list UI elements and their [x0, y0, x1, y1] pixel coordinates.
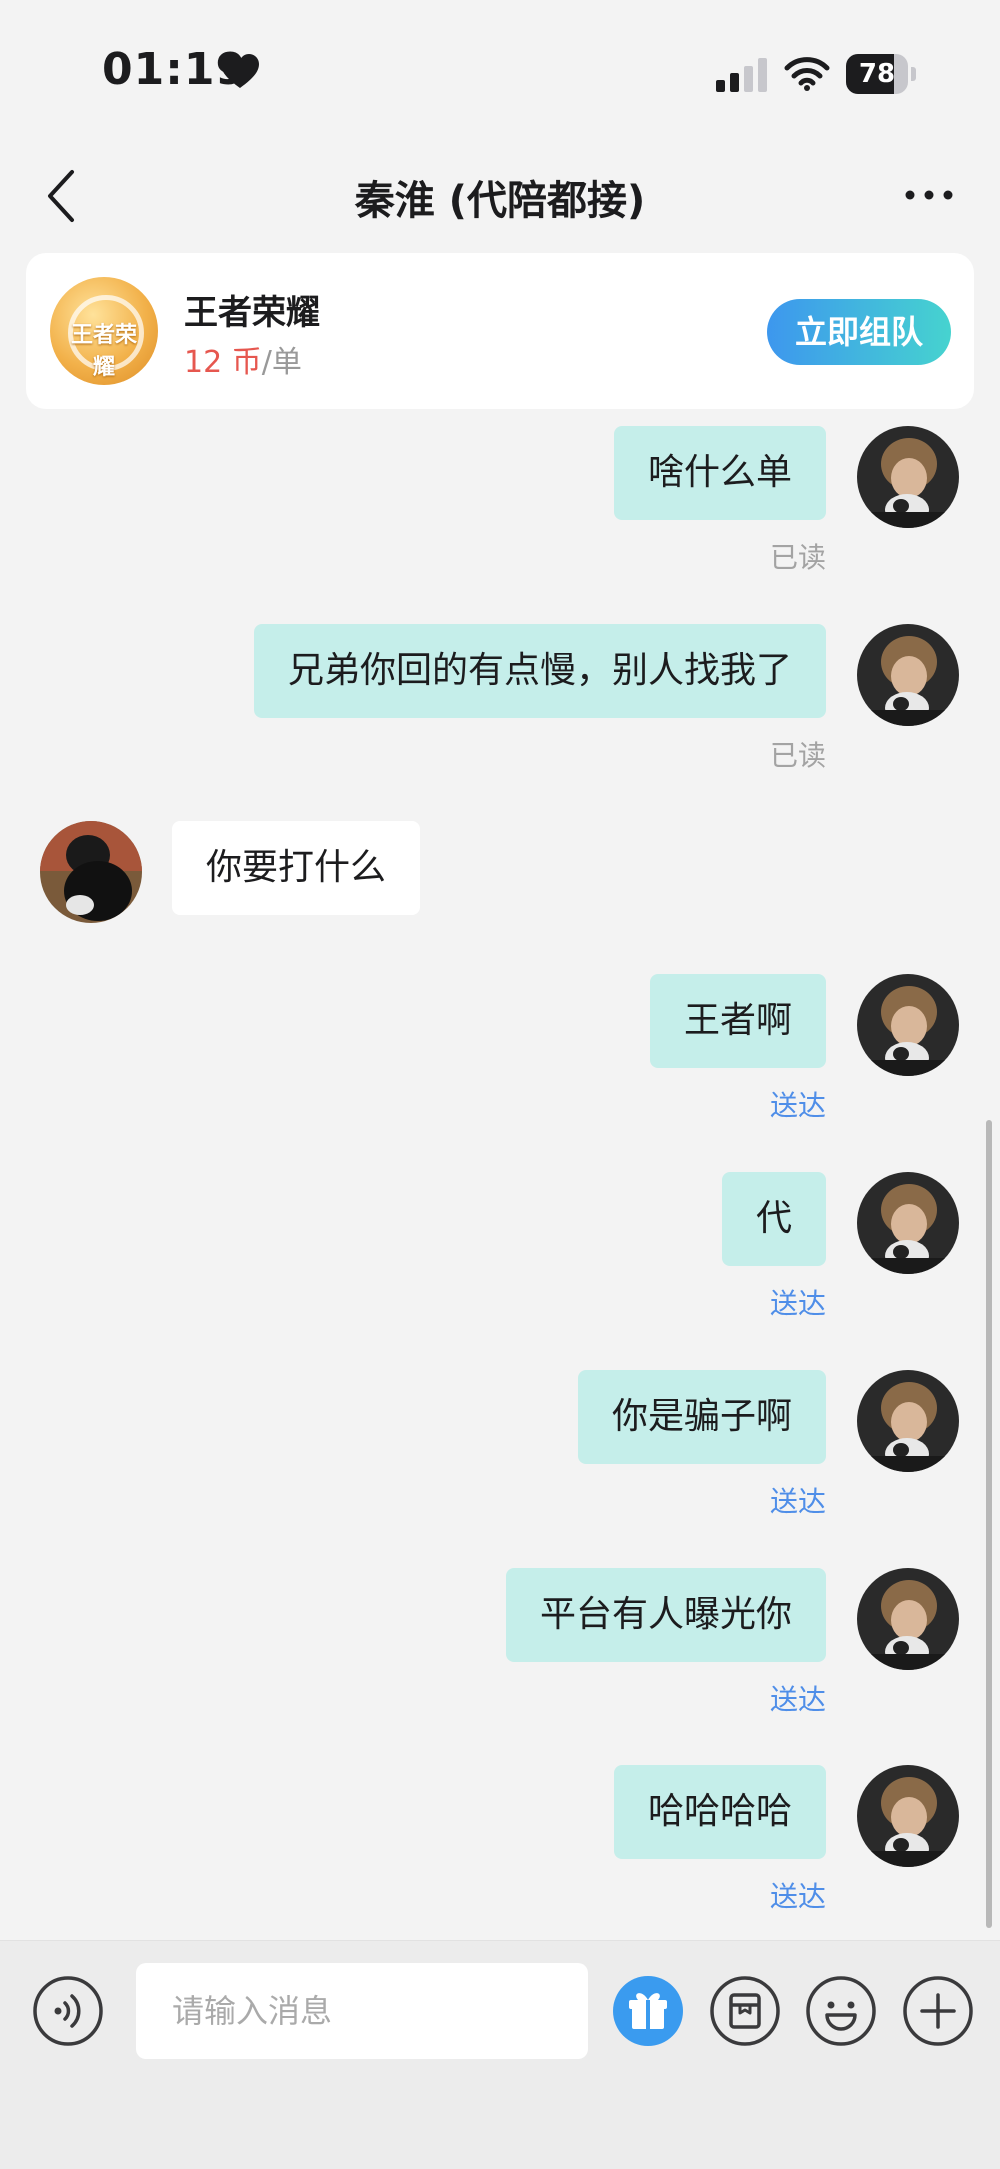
my-avatar[interactable] [857, 1568, 959, 1670]
battery-level: 78 [858, 59, 896, 89]
chat-scrollbar[interactable] [986, 1120, 992, 1928]
message-outgoing: 哈哈哈哈 送达 [0, 1765, 1000, 1915]
message-input[interactable] [136, 1963, 588, 2059]
status-bar: 01:19 78 [0, 0, 1000, 140]
my-avatar[interactable] [857, 1172, 959, 1274]
input-bar [0, 1940, 1000, 2169]
game-price: 12 币/单 [184, 337, 302, 381]
price-unit: 单 [271, 345, 302, 380]
battery-icon: 78 [846, 54, 916, 94]
plus-icon[interactable] [902, 1975, 974, 2047]
message-outgoing: 啥什么单 已读 [0, 426, 1000, 576]
read-status: 已读 [769, 739, 826, 772]
message-bubble[interactable]: 你要打什么 [172, 821, 421, 915]
delivered-status: 送达 [769, 1683, 826, 1716]
delivered-status: 送达 [769, 1089, 826, 1122]
message-bubble[interactable]: 平台有人曝光你 [505, 1568, 826, 1662]
message-outgoing: 兄弟你回的有点慢，别人找我了 已读 [0, 624, 1000, 774]
message-bubble[interactable]: 你是骗子啊 [577, 1370, 826, 1464]
team-up-button[interactable]: 立即组队 [767, 299, 951, 365]
price-separator: / [261, 345, 272, 380]
game-logo: 王者荣耀 [50, 277, 158, 385]
game-logo-text: 王者荣耀 [70, 323, 137, 380]
wifi-icon [784, 57, 830, 91]
my-avatar[interactable] [857, 1765, 959, 1867]
message-outgoing: 平台有人曝光你 送达 [0, 1568, 1000, 1718]
game-name: 王者荣耀 [184, 293, 320, 333]
game-card[interactable]: 王者荣耀 王者荣耀 12 币/单 立即组队 [26, 253, 974, 409]
message-outgoing: 代 送达 [0, 1172, 1000, 1322]
my-avatar[interactable] [857, 426, 959, 528]
price-value: 12 币 [184, 345, 262, 380]
my-avatar[interactable] [857, 974, 959, 1076]
contact-avatar[interactable] [40, 821, 142, 923]
my-avatar[interactable] [857, 624, 959, 726]
message-outgoing: 王者啊 送达 [0, 974, 1000, 1124]
delivered-status: 送达 [769, 1485, 826, 1518]
message-incoming: 你要打什么 [0, 821, 1000, 931]
nav-bar: 秦淮 (代陪都接) [0, 140, 1000, 250]
my-avatar[interactable] [857, 1370, 959, 1472]
emoji-icon[interactable] [805, 1975, 877, 2047]
message-bubble[interactable]: 兄弟你回的有点慢，别人找我了 [253, 624, 826, 718]
more-icon[interactable] [904, 180, 954, 210]
heart-icon [221, 54, 259, 88]
box-icon[interactable] [709, 1975, 781, 2047]
delivered-status: 送达 [769, 1287, 826, 1320]
cellular-signal-icon [716, 58, 767, 92]
message-bubble[interactable]: 王者啊 [649, 974, 826, 1068]
message-bubble[interactable]: 哈哈哈哈 [613, 1765, 826, 1859]
message-outgoing: 你是骗子啊 送达 [0, 1370, 1000, 1520]
gift-icon[interactable] [612, 1975, 684, 2047]
read-status: 已读 [769, 541, 826, 574]
message-bubble[interactable]: 啥什么单 [613, 426, 826, 520]
chat-title: 秦淮 (代陪都接) [354, 178, 646, 224]
message-bubble[interactable]: 代 [721, 1172, 826, 1266]
delivered-status: 送达 [769, 1880, 826, 1913]
voice-icon[interactable] [32, 1975, 104, 2047]
back-icon[interactable] [40, 166, 80, 226]
